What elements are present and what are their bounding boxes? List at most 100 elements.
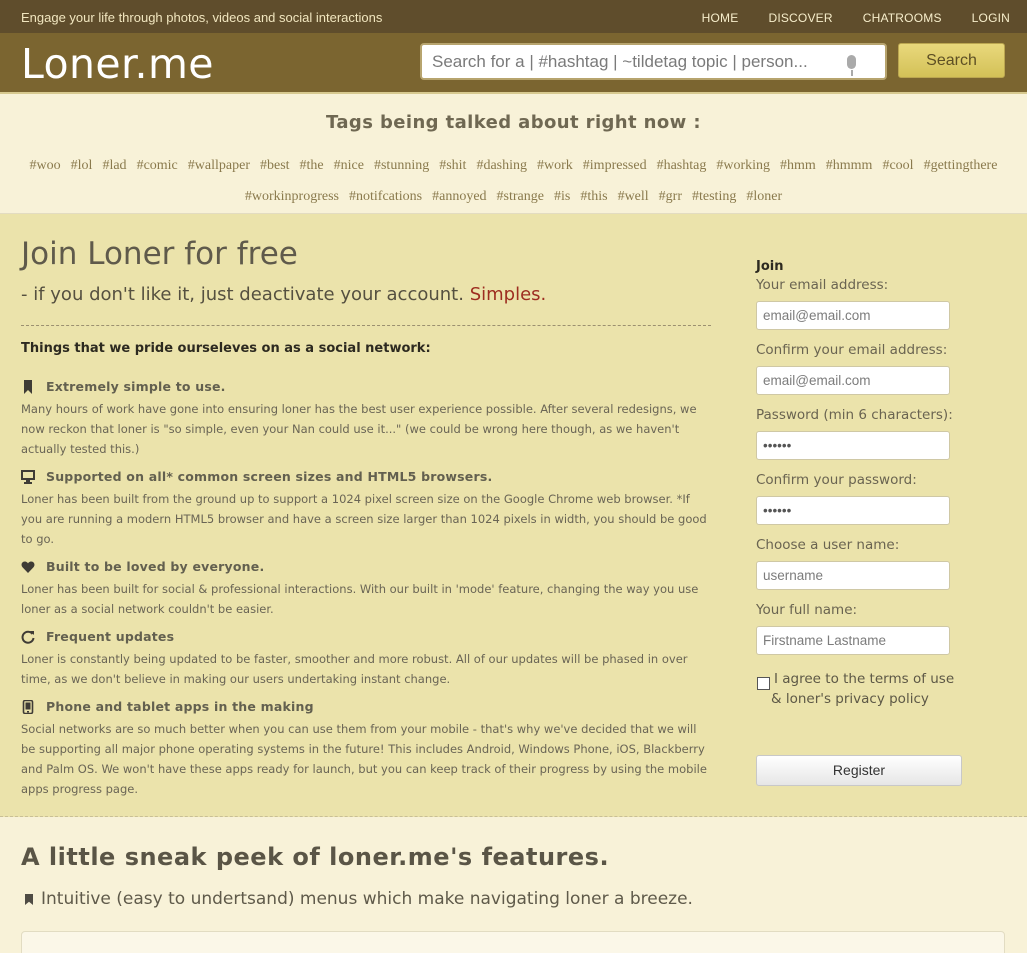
join-subtitle: - if you don't like it, just deactivate … bbox=[21, 284, 546, 305]
trending-tags-section: Tags being talked about right now : #woo… bbox=[0, 96, 1027, 214]
confirm-password-field[interactable] bbox=[757, 497, 947, 524]
peek-subtitle-text: Intuitive (easy to undertsand) menus whi… bbox=[41, 889, 693, 909]
top-bar: Engage your life through photos, videos … bbox=[0, 0, 1027, 33]
tag-link[interactable]: #hmmm bbox=[826, 158, 873, 173]
logo[interactable]: Loner.me bbox=[21, 40, 214, 88]
search-box bbox=[420, 43, 887, 80]
tag-link[interactable]: #well bbox=[618, 189, 649, 204]
feature-item: Frequent updates Loner is constantly bei… bbox=[21, 629, 711, 689]
tag-link[interactable]: #nice bbox=[334, 158, 364, 173]
feature-item: Extremely simple to use. Many hours of w… bbox=[21, 379, 711, 459]
password-field[interactable] bbox=[757, 432, 947, 459]
feature-text: Loner is constantly being updated to be … bbox=[21, 652, 688, 686]
tag-link[interactable]: #strange bbox=[497, 189, 544, 204]
feature-text: Loner has been built from the ground up … bbox=[21, 492, 707, 546]
tag-link[interactable]: #work bbox=[537, 158, 573, 173]
bookmark-icon bbox=[24, 380, 32, 394]
tag-link[interactable]: #woo bbox=[30, 158, 61, 173]
feature-item: Built to be loved by everyone. Loner has… bbox=[21, 559, 711, 619]
tag-link[interactable]: #testing bbox=[692, 189, 736, 204]
search-button[interactable]: Search bbox=[898, 43, 1005, 78]
tag-link[interactable]: #notifcations bbox=[349, 189, 422, 204]
simples-highlight: Simples. bbox=[469, 284, 547, 305]
tag-cloud: #woo #lol #lad #comic #wallpaper #best #the #ni… bbox=[0, 150, 1027, 212]
phone-icon bbox=[22, 700, 34, 714]
feature-title: Phone and tablet apps in the making bbox=[46, 699, 314, 714]
confirm-password-field-wrapper bbox=[756, 496, 950, 525]
tag-link[interactable]: #impressed bbox=[583, 158, 647, 173]
confirm-email-field-wrapper bbox=[756, 366, 950, 395]
tag-link[interactable]: #cool bbox=[882, 158, 913, 173]
feature-title: Frequent updates bbox=[46, 629, 175, 644]
terms-agreement: I agree to the terms of use & loner's pr… bbox=[756, 669, 956, 709]
username-field[interactable] bbox=[757, 562, 947, 589]
form-title: Join bbox=[756, 259, 784, 274]
monitor-icon bbox=[21, 470, 35, 484]
feature-title: Extremely simple to use. bbox=[46, 379, 226, 394]
terms-label[interactable]: I agree to the terms of use & loner's pr… bbox=[771, 669, 956, 709]
tag-link[interactable]: #is bbox=[554, 189, 570, 204]
nav-home-link[interactable]: HOME bbox=[702, 11, 739, 25]
tag-link[interactable]: #stunning bbox=[374, 158, 429, 173]
peek-subtitle: Intuitive (easy to undertsand) menus whi… bbox=[21, 889, 693, 909]
tag-link[interactable]: #hmm bbox=[780, 158, 816, 173]
tag-link[interactable]: #hashtag bbox=[657, 158, 707, 173]
features-peek-section: A little sneak peek of loner.me's featur… bbox=[0, 817, 1027, 953]
password-label: Password (min 6 characters): bbox=[756, 407, 953, 423]
trending-tags-title: Tags being talked about right now : bbox=[326, 112, 701, 133]
feature-item: Supported on all* common screen sizes an… bbox=[21, 469, 711, 549]
search-input[interactable] bbox=[422, 45, 832, 78]
join-title: Join Loner for free bbox=[21, 236, 298, 272]
tag-link[interactable]: #shit bbox=[439, 158, 466, 173]
tag-link[interactable]: #working bbox=[716, 158, 770, 173]
nav-chatrooms-link[interactable]: CHATROOMS bbox=[863, 11, 942, 25]
email-field[interactable] bbox=[757, 302, 947, 329]
username-label: Choose a user name: bbox=[756, 537, 900, 553]
feature-item: Phone and tablet apps in the making Soci… bbox=[21, 699, 711, 799]
confirm-email-field[interactable] bbox=[757, 367, 947, 394]
tag-link[interactable]: #lol bbox=[71, 158, 93, 173]
microphone-icon[interactable] bbox=[847, 55, 856, 76]
feature-title: Built to be loved by everyone. bbox=[46, 559, 265, 574]
feature-text: Loner has been built for social & profes… bbox=[21, 582, 699, 616]
join-subtitle-text: - if you don't like it, just deactivate … bbox=[21, 284, 464, 305]
feature-text: Social networks are so much better when … bbox=[21, 722, 707, 796]
password-field-wrapper bbox=[756, 431, 950, 460]
tagline: Engage your life through photos, videos … bbox=[21, 10, 383, 25]
email-field-wrapper bbox=[756, 301, 950, 330]
fullname-field-wrapper bbox=[756, 626, 950, 655]
nav-login-link[interactable]: LOGIN bbox=[972, 11, 1010, 25]
confirm-password-label: Confirm your password: bbox=[756, 472, 917, 488]
tag-link[interactable]: #comic bbox=[137, 158, 178, 173]
tag-link[interactable]: #workinprogress bbox=[245, 189, 339, 204]
bookmark-icon bbox=[25, 894, 33, 905]
peek-title: A little sneak peek of loner.me's featur… bbox=[21, 843, 610, 871]
fullname-label: Your full name: bbox=[756, 602, 858, 618]
join-section: Join Loner for free - if you don't like … bbox=[0, 214, 1027, 817]
tag-link[interactable]: #lad bbox=[102, 158, 126, 173]
top-nav: HOME DISCOVER CHATROOMS LOGIN bbox=[702, 11, 1010, 25]
tag-link[interactable]: #this bbox=[580, 189, 607, 204]
fullname-field[interactable] bbox=[757, 627, 947, 654]
username-field-wrapper bbox=[756, 561, 950, 590]
section-divider bbox=[21, 325, 711, 326]
tag-link[interactable]: #dashing bbox=[476, 158, 527, 173]
heart-icon bbox=[21, 561, 35, 573]
tag-link[interactable]: #gettingthere bbox=[924, 158, 998, 173]
tag-link[interactable]: #grr bbox=[659, 189, 682, 204]
feature-text: Many hours of work have gone into ensuri… bbox=[21, 402, 697, 456]
terms-checkbox[interactable] bbox=[757, 677, 770, 690]
tag-link[interactable]: #annoyed bbox=[432, 189, 486, 204]
tag-link[interactable]: #best bbox=[260, 158, 290, 173]
feature-preview-frame bbox=[21, 931, 1005, 953]
pride-heading: Things that we pride ourseleves on as a … bbox=[21, 341, 431, 356]
email-label: Your email address: bbox=[756, 277, 889, 293]
tag-link[interactable]: #the bbox=[300, 158, 324, 173]
nav-discover-link[interactable]: DISCOVER bbox=[768, 11, 832, 25]
feature-title: Supported on all* common screen sizes an… bbox=[46, 469, 493, 484]
tag-link[interactable]: #wallpaper bbox=[188, 158, 250, 173]
refresh-icon bbox=[21, 630, 35, 644]
tag-link[interactable]: #loner bbox=[746, 189, 782, 204]
header: Loner.me Search bbox=[0, 33, 1027, 94]
register-button[interactable]: Register bbox=[756, 755, 962, 786]
